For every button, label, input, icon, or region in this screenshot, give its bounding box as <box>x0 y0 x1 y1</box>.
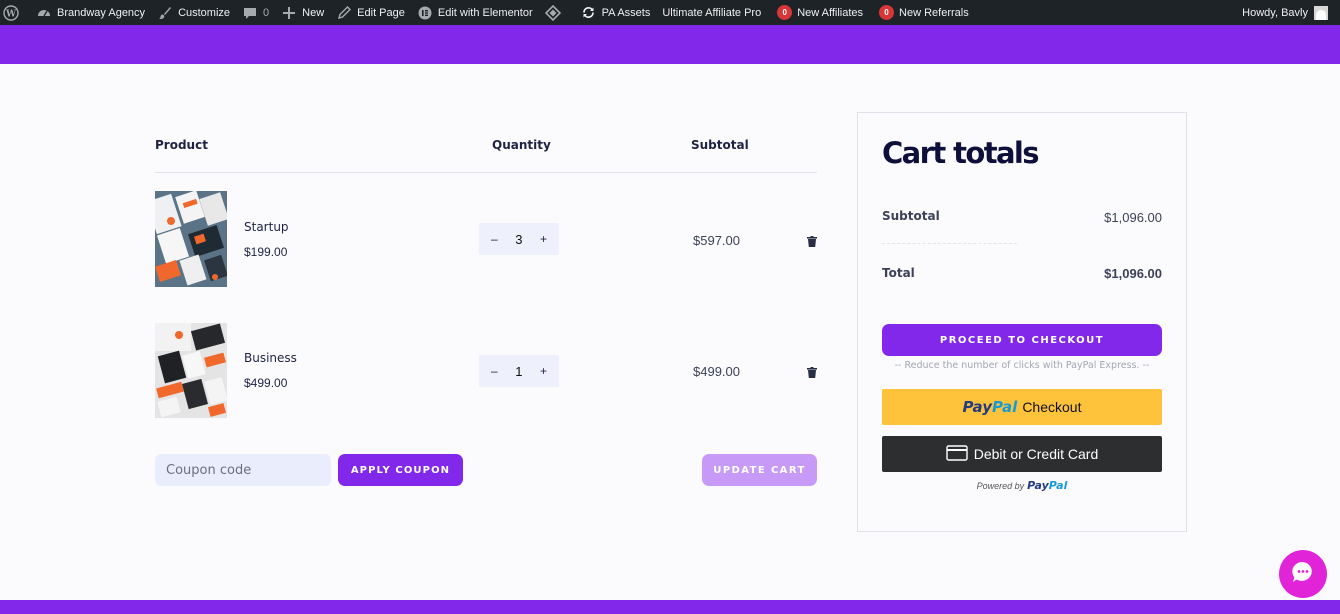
powered-by-paypal: Powered by PayPal <box>882 479 1162 492</box>
proceed-to-checkout-button[interactable]: PROCEED TO CHECKOUT <box>882 324 1162 356</box>
chat-widget-button[interactable] <box>1279 550 1327 598</box>
paypal-logo-pal: Pal <box>992 398 1018 416</box>
paypal-express-note: -- Reduce the number of clicks with PayP… <box>894 360 1150 371</box>
customize-label: Customize <box>178 6 231 19</box>
avatar <box>1314 5 1328 20</box>
totals-subtotal-label: Subtotal <box>882 209 940 223</box>
new-referrals-label: New Referrals <box>899 6 969 19</box>
debit-credit-card-button[interactable]: Debit or Credit Card <box>882 436 1162 472</box>
brush-icon <box>157 5 173 21</box>
product-name-business[interactable]: Business <box>244 351 297 365</box>
new-referrals-badge: 0 <box>879 5 895 20</box>
footer-band <box>0 600 1340 614</box>
elementor-icon <box>417 5 433 21</box>
new-affiliates-label: New Affiliates <box>797 6 864 19</box>
affiliate-pro-label: Ultimate Affiliate Pro <box>662 6 762 19</box>
diamond-menu[interactable] <box>539 0 575 25</box>
svg-text:W: W <box>5 9 17 19</box>
plus-icon <box>281 5 297 21</box>
product-price-startup: $199.00 <box>244 245 288 259</box>
paypal-checkout-button[interactable]: PayPal Checkout <box>882 389 1162 425</box>
my-account-link[interactable]: Howdy, Bavly <box>1242 5 1340 20</box>
qty-increase-button[interactable]: + <box>540 364 547 378</box>
paypal-checkout-label: Checkout <box>1022 399 1082 415</box>
header-divider <box>155 172 817 173</box>
customize-link[interactable]: Customize <box>151 0 236 25</box>
card-icon <box>946 444 968 464</box>
line-subtotal-startup: $597.00 <box>693 233 740 248</box>
paypal-logo-small: PayPal <box>1027 479 1067 492</box>
qty-value[interactable]: 3 <box>515 232 522 247</box>
new-content-link[interactable]: New <box>275 0 330 25</box>
wordpress-icon: W <box>3 4 19 21</box>
header-quantity: Quantity <box>492 138 551 152</box>
qty-increase-button[interactable]: + <box>540 232 547 246</box>
affiliate-pro-link[interactable]: Ultimate Affiliate Pro <box>656 0 767 25</box>
qty-value[interactable]: 1 <box>515 364 522 379</box>
totals-total-label: Total <box>882 266 915 280</box>
card-label: Debit or Credit Card <box>973 446 1099 462</box>
header-subtotal: Subtotal <box>691 138 749 152</box>
product-thumbnail-business[interactable] <box>155 323 227 418</box>
cart-totals-title: Cart totals <box>882 136 1040 170</box>
totals-divider <box>882 243 1017 244</box>
qty-decrease-button[interactable]: – <box>491 232 498 246</box>
header-product: Product <box>155 138 208 152</box>
qty-decrease-button[interactable]: – <box>491 364 498 378</box>
new-affiliates-badge: 0 <box>777 5 793 20</box>
paypal-logo-small-pay: Pay <box>1027 479 1049 492</box>
totals-subtotal-value: $1,096.00 <box>1104 210 1162 225</box>
line-subtotal-business: $499.00 <box>693 364 740 379</box>
edit-elementor-link[interactable]: Edit with Elementor <box>411 0 539 25</box>
wordpress-menu[interactable]: W <box>0 0 30 25</box>
site-name: Brandway Agency <box>57 6 146 19</box>
comments-link[interactable]: 0 <box>236 0 275 25</box>
sync-icon <box>581 5 597 21</box>
new-label: New <box>302 6 325 19</box>
howdy-label: Howdy, Bavly <box>1242 6 1308 19</box>
pa-assets-label: PA Assets <box>601 6 651 19</box>
pa-assets-link[interactable]: PA Assets <box>575 0 657 25</box>
update-cart-button[interactable]: UPDATE CART <box>702 454 817 486</box>
new-referrals-link[interactable]: 0 New Referrals <box>869 0 975 25</box>
edit-elementor-label: Edit with Elementor <box>437 6 533 19</box>
chat-icon <box>1290 559 1316 590</box>
apply-coupon-button[interactable]: APPLY COUPON <box>338 454 463 486</box>
comment-icon <box>242 5 258 21</box>
paypal-logo-pay: Pay <box>962 398 992 416</box>
trash-icon[interactable] <box>807 234 817 247</box>
product-thumbnail-startup[interactable] <box>155 191 227 287</box>
totals-total-value: $1,096.00 <box>1104 266 1162 281</box>
site-name-link[interactable]: Brandway Agency <box>30 0 151 25</box>
coupon-code-input[interactable] <box>155 454 331 486</box>
header-band <box>0 25 1340 64</box>
trash-icon[interactable] <box>807 365 817 378</box>
dashboard-icon <box>36 5 52 21</box>
paypal-logo-small-pal: Pal <box>1048 479 1068 492</box>
paypal-logo: PayPal <box>963 398 1018 416</box>
new-affiliates-link[interactable]: 0 New Affiliates <box>767 0 869 25</box>
comments-count: 0 <box>263 6 270 19</box>
quantity-stepper-business: – 1 + <box>479 355 559 387</box>
admin-bar: W Brandway Agency Customize 0 New Edit P… <box>0 0 1340 25</box>
powered-by-label: Powered by <box>976 481 1025 491</box>
pencil-icon <box>336 5 352 21</box>
edit-page-label: Edit Page <box>357 6 405 19</box>
quantity-stepper-startup: – 3 + <box>479 223 559 255</box>
diamond-icon <box>544 4 561 21</box>
edit-page-link[interactable]: Edit Page <box>330 0 411 25</box>
product-name-startup[interactable]: Startup <box>244 220 289 234</box>
product-price-business: $499.00 <box>244 376 288 390</box>
